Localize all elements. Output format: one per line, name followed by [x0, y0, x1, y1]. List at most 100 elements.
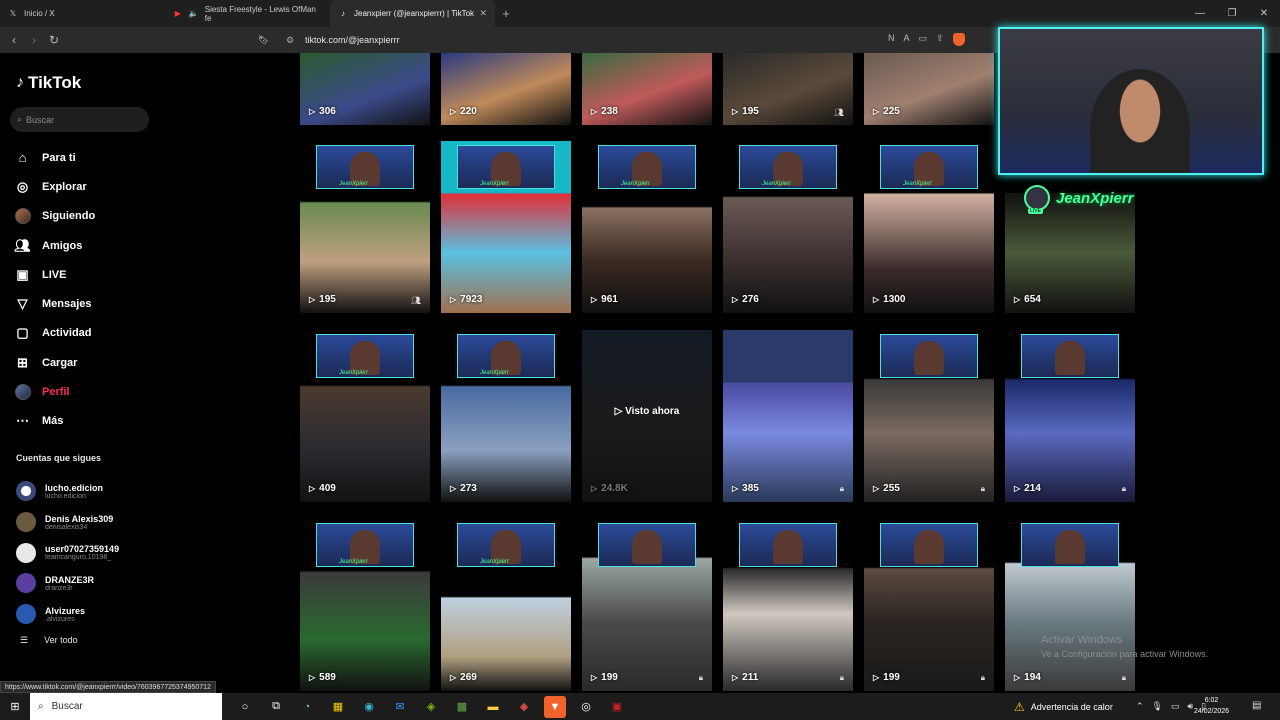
- see-all-button[interactable]: ☰ Ver todo: [20, 635, 78, 646]
- minecraft-icon[interactable]: ▩: [451, 696, 473, 718]
- close-icon[interactable]: ✕: [479, 8, 487, 19]
- video-card[interactable]: ▷ 306: [300, 53, 430, 125]
- lock-icon: 🔒︎: [980, 484, 985, 493]
- video-card[interactable]: ▷ 238: [582, 53, 712, 125]
- new-tab-button[interactable]: +: [495, 6, 517, 21]
- video-card[interactable]: JeanXpierr ▷ 269: [441, 519, 571, 691]
- video-card[interactable]: ▷ 199 🔒︎: [582, 519, 712, 691]
- video-card[interactable]: JeanXpierr ▷ 195 👥︎: [300, 141, 430, 313]
- app-icon[interactable]: ◆: [513, 696, 535, 718]
- video-card[interactable]: ▷ 654: [1005, 193, 1135, 313]
- brave-shield-icon[interactable]: [952, 33, 965, 46]
- cast-icon[interactable]: ▭: [919, 33, 928, 46]
- video-card[interactable]: JeanXpierr ▷ 409: [300, 330, 430, 502]
- brave-icon[interactable]: ▼: [544, 695, 566, 718]
- store-icon[interactable]: ▦: [327, 696, 349, 718]
- game-icon[interactable]: ▣: [606, 696, 628, 718]
- video-card[interactable]: ▷ 214 🔒︎: [1005, 330, 1135, 502]
- play-icon: ▷: [732, 295, 739, 304]
- tab-x[interactable]: 𝕏 Inicio / X: [0, 0, 165, 27]
- watermark-text: JeanXpierr: [480, 370, 510, 376]
- tab-youtube[interactable]: ▶ 🔈 Siesta Freestyle - Lewis OfMan fe: [165, 0, 330, 27]
- translate-icon[interactable]: A: [904, 33, 910, 46]
- video-card[interactable]: ▷ 199 🔒︎: [864, 519, 994, 691]
- forward-icon[interactable]: ›: [24, 33, 44, 47]
- network-icon[interactable]: ▭: [1171, 701, 1180, 712]
- sidebar-item-explorar[interactable]: ◎ Explorar: [14, 172, 154, 201]
- video-thumbnail: [723, 330, 853, 502]
- play-icon: ▷: [1014, 295, 1021, 304]
- play-icon: ▷: [309, 107, 316, 116]
- minimize-icon[interactable]: —: [1184, 0, 1216, 27]
- volume-icon[interactable]: 🔊︎: [1188, 701, 1194, 712]
- streamer-name: JeanXpierr: [1056, 189, 1134, 207]
- edge-icon[interactable]: ◉: [358, 696, 380, 718]
- sidebar-item-perfil[interactable]: Perfil: [14, 377, 154, 406]
- back-icon[interactable]: ‹: [4, 33, 24, 47]
- sidebar-item-mensajes[interactable]: ▽ Mensajes: [14, 289, 154, 318]
- reload-icon[interactable]: ↻: [44, 33, 64, 47]
- windows-taskbar: ⊞ ⌕ Buscar ○ ⧉ ◔ ▦ ◉ ✉ ◈ ▩ ▬ ◆ ▼ ◎ ▣ ⚠ A…: [0, 693, 1280, 720]
- following-item[interactable]: lucho.edicion lucho.edicion: [16, 476, 156, 507]
- video-card[interactable]: ▷ 220: [441, 53, 571, 125]
- video-card[interactable]: ▷ Visto ahora ▷ 24.8K: [582, 330, 712, 502]
- streamer-figure: [1090, 69, 1190, 173]
- video-card[interactable]: ▷ 385 🔒︎: [723, 330, 853, 502]
- play-icon: ▷: [873, 295, 880, 304]
- mic-icon[interactable]: 🎙︎: [1152, 701, 1163, 712]
- tiktok-logo[interactable]: ♪ TikTok: [16, 73, 81, 93]
- nvidia-icon[interactable]: ◈: [420, 696, 442, 718]
- video-card[interactable]: JeanXpierr ▷ 1300: [864, 141, 994, 313]
- mail-icon[interactable]: ✉: [389, 696, 411, 718]
- sidebar-item-para-ti[interactable]: ⌂ Para ti: [14, 143, 154, 172]
- sidebar-item-mas[interactable]: ⋯ Más: [14, 407, 154, 436]
- url-field[interactable]: 🔖︎ ⚙ tiktok.com/@jeanxpierrr: [258, 30, 998, 50]
- site-info-icon[interactable]: ⚙: [286, 35, 294, 46]
- share-icon[interactable]: ⇪: [936, 33, 944, 46]
- taskbar-search-input[interactable]: ⌕ Buscar: [30, 693, 222, 720]
- video-card[interactable]: JeanXpierr ▷ 273: [441, 330, 571, 502]
- following-item[interactable]: Denis Alexis309 denisalexis34: [16, 507, 156, 538]
- video-card[interactable]: ▷ 225: [864, 53, 994, 125]
- obs-icon[interactable]: ◎: [575, 696, 597, 718]
- video-card[interactable]: ▷ 195 👥︎: [723, 53, 853, 125]
- weather-widget[interactable]: ⚠ Advertencia de calor: [1014, 693, 1113, 720]
- watermark-text: JeanXpierr: [762, 181, 792, 187]
- reader-icon[interactable]: N: [888, 33, 895, 46]
- cortana-icon[interactable]: ○: [234, 696, 256, 718]
- tab-tiktok[interactable]: ♪ Jeanxpierr (@jeanxpierrr) | TikTok ✕: [330, 0, 495, 27]
- view-count: ▷ 255: [873, 483, 900, 494]
- folder-icon[interactable]: ▬: [482, 696, 504, 718]
- sidebar-item-cargar[interactable]: ⊞ Cargar: [14, 348, 154, 377]
- video-card[interactable]: JeanXpierr ▷ 276: [723, 141, 853, 313]
- notifications-icon[interactable]: ▤: [1252, 700, 1261, 711]
- sidebar-item-amigos[interactable]: 👥︎ Amigos: [14, 231, 154, 260]
- following-item[interactable]: user07027359149 teamcanguro.10198_: [16, 537, 156, 568]
- chevron-up-icon[interactable]: ⌃: [1136, 701, 1144, 712]
- play-icon: ▷: [873, 484, 880, 493]
- window-close-icon[interactable]: ✕: [1248, 0, 1280, 27]
- sidebar-item-live[interactable]: ▣ LIVE: [14, 260, 154, 289]
- speaker-icon: 🔈: [188, 9, 199, 18]
- copilot-icon[interactable]: ◔: [296, 696, 318, 718]
- windows-start-icon[interactable]: ⊞: [0, 700, 30, 713]
- video-card[interactable]: JeanXpierr ▷ 961: [582, 141, 712, 313]
- bookmark-icon[interactable]: 🔖︎: [258, 35, 269, 46]
- taskbar-clock[interactable]: 6:02 24/02/2026: [1194, 695, 1229, 717]
- video-card[interactable]: ▷ 194 🔒︎: [1005, 519, 1135, 691]
- following-list: lucho.edicion lucho.edicion Denis Alexis3…: [16, 476, 156, 629]
- video-card[interactable]: JeanXpierr ▷ 7923: [441, 141, 571, 313]
- watermark-text: JeanXpierr: [480, 181, 510, 187]
- video-card[interactable]: JeanXpierr ▷ 589: [300, 519, 430, 691]
- task-view-icon[interactable]: ⧉: [265, 696, 287, 718]
- view-count: ▷ 273: [450, 483, 477, 494]
- following-item[interactable]: DRANZE3R dranze3r: [16, 568, 156, 599]
- sidebar-item-actividad[interactable]: ▢ Actividad: [14, 319, 154, 348]
- video-card[interactable]: ▷ 255 🔒︎: [864, 330, 994, 502]
- search-input[interactable]: ⌕ Buscar: [10, 107, 149, 132]
- following-item[interactable]: Alvizures .alvizures: [16, 599, 156, 630]
- sidebar-item-siguiendo[interactable]: Siguiendo: [14, 202, 154, 231]
- maximize-icon[interactable]: ❐: [1216, 0, 1248, 27]
- video-card[interactable]: ▷ 211 🔒︎: [723, 519, 853, 691]
- view-count: ▷ 269: [450, 672, 477, 683]
